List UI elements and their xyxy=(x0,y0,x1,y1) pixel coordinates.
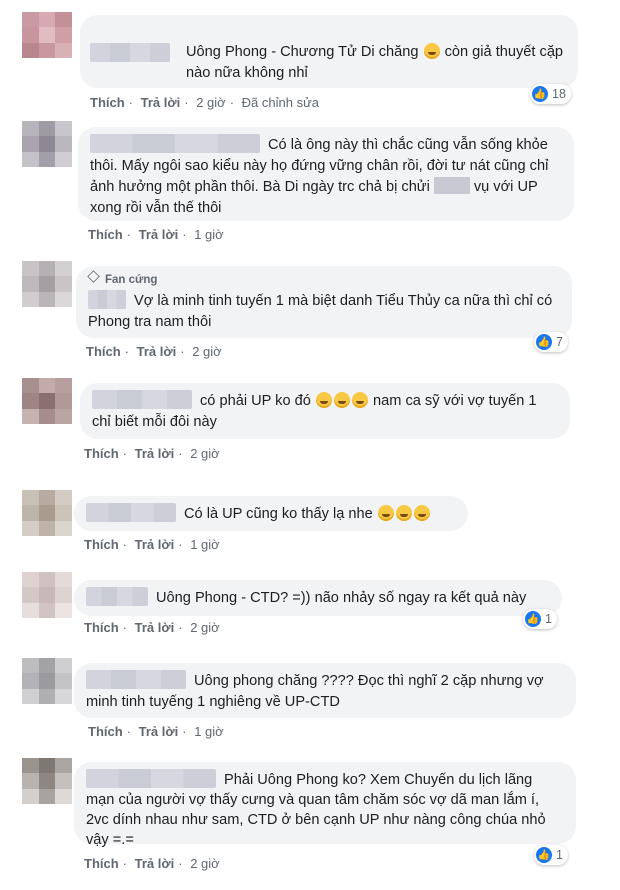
avatar[interactable] xyxy=(22,490,72,536)
author-name[interactable] xyxy=(92,390,192,409)
comment-text: có phải UP ko đó xyxy=(200,393,311,409)
comment-bubble: Phải Uông Phong ko? Xem Chuyến du lịch l… xyxy=(74,762,576,848)
like-link[interactable]: Thích xyxy=(84,620,119,635)
timestamp[interactable]: 2 giờ xyxy=(192,344,222,359)
author-name[interactable] xyxy=(90,134,260,153)
emoji-icon xyxy=(395,505,412,521)
author-name[interactable] xyxy=(86,503,176,522)
emoji-icon xyxy=(315,392,332,408)
reply-link[interactable]: Trả lời xyxy=(141,95,181,110)
like-link[interactable]: Thích xyxy=(90,95,125,110)
like-link[interactable]: Thích xyxy=(84,856,119,871)
author-name[interactable] xyxy=(88,290,126,309)
thumbs-up-icon: 👍 xyxy=(536,847,552,863)
thumbs-up-icon: 👍 xyxy=(536,334,552,350)
author-name[interactable] xyxy=(86,769,216,788)
reaction-count[interactable]: 👍 7 xyxy=(534,332,568,352)
like-link[interactable]: Thích xyxy=(84,537,119,552)
comment-text: Uông Phong - Chương Tử Di chăng còn giả … xyxy=(186,43,564,81)
fan-badge: Fan cứng xyxy=(87,270,558,288)
author-name[interactable] xyxy=(90,43,170,62)
avatar[interactable] xyxy=(22,12,72,58)
emoji-icon xyxy=(333,392,350,408)
reply-link[interactable]: Trả lời xyxy=(135,856,175,871)
comment-actions: Thích · Trả lời · 2 giờ xyxy=(84,446,220,461)
comment-text: Vợ là minh tinh tuyến 1 mà biệt danh Tiể… xyxy=(88,293,553,330)
reply-link[interactable]: Trả lời xyxy=(139,227,179,242)
like-link[interactable]: Thích xyxy=(88,724,123,739)
reply-link[interactable]: Trả lời xyxy=(135,537,175,552)
avatar[interactable] xyxy=(22,378,72,424)
comment-actions: Thích · Trả lời · 2 giờ · Đã chỉnh sửa xyxy=(90,95,320,110)
comment-actions: Thích · Trả lời · 2 giờ xyxy=(84,856,220,871)
reply-link[interactable]: Trả lời xyxy=(139,724,179,739)
edited-label: Đã chỉnh sửa xyxy=(241,95,320,110)
comment-bubble: Fan cứng Vợ là minh tinh tuyến 1 mà biệt… xyxy=(76,266,572,338)
comment-bubble: Có là ông này thì chắc cũng vẫn sống khỏ… xyxy=(78,127,574,221)
comment-bubble: Uông Phong - Chương Tử Di chăng còn giả … xyxy=(80,15,578,88)
thumbs-up-icon: 👍 xyxy=(532,86,548,102)
reaction-count[interactable]: 👍 18 xyxy=(530,84,571,104)
timestamp[interactable]: 2 giờ xyxy=(190,856,220,871)
reply-link[interactable]: Trả lời xyxy=(135,620,175,635)
comment-bubble: Có là UP cũng ko thấy lạ nhe xyxy=(74,496,468,531)
emoji-icon xyxy=(423,43,440,59)
comment-actions: Thích · Trả lời · 2 giờ xyxy=(86,344,222,359)
avatar[interactable] xyxy=(22,658,72,704)
timestamp[interactable]: 2 giờ xyxy=(196,95,226,110)
comment-bubble: Uông phong chăng ???? Đọc thì nghĩ 2 cặp… xyxy=(74,663,576,718)
comment-bubble: Uông Phong - CTD? =)) não nhảy số ngay r… xyxy=(74,580,562,616)
comment-actions: Thích · Trả lời · 1 giờ xyxy=(88,724,224,739)
reaction-count[interactable]: 👍 1 xyxy=(534,845,568,865)
reply-link[interactable]: Trả lời xyxy=(135,446,175,461)
timestamp[interactable]: 1 giờ xyxy=(194,724,224,739)
emoji-icon xyxy=(377,505,394,521)
comment-actions: Thích · Trả lời · 2 giờ xyxy=(84,620,220,635)
thumbs-up-icon: 👍 xyxy=(525,611,541,627)
timestamp[interactable]: 2 giờ xyxy=(190,620,220,635)
like-link[interactable]: Thích xyxy=(86,344,121,359)
timestamp[interactable]: 1 giờ xyxy=(190,537,220,552)
comment-actions: Thích · Trả lời · 1 giờ xyxy=(84,537,220,552)
diamond-icon xyxy=(87,270,100,283)
like-link[interactable]: Thích xyxy=(88,227,123,242)
comment-actions: Thích · Trả lời · 1 giờ xyxy=(88,227,224,242)
reply-link[interactable]: Trả lời xyxy=(137,344,177,359)
like-link[interactable]: Thích xyxy=(84,446,119,461)
timestamp[interactable]: 1 giờ xyxy=(194,227,224,242)
author-name[interactable] xyxy=(86,670,186,689)
emoji-icon xyxy=(351,392,368,408)
timestamp[interactable]: 2 giờ xyxy=(190,446,220,461)
avatar[interactable] xyxy=(22,572,72,618)
comment-text: Uông Phong - CTD? =)) não nhảy số ngay r… xyxy=(156,590,527,606)
redacted-text xyxy=(433,177,470,194)
avatar[interactable] xyxy=(22,121,72,167)
comment-text: Có là UP cũng ko thấy lạ nhe xyxy=(184,506,373,522)
emoji-icon xyxy=(413,505,430,521)
avatar[interactable] xyxy=(22,261,72,307)
avatar[interactable] xyxy=(22,758,72,804)
reaction-count[interactable]: 👍 1 xyxy=(523,609,557,629)
author-name[interactable] xyxy=(86,587,148,606)
comment-bubble: có phải UP ko đó nam ca sỹ với vợ tuyến … xyxy=(80,383,570,439)
